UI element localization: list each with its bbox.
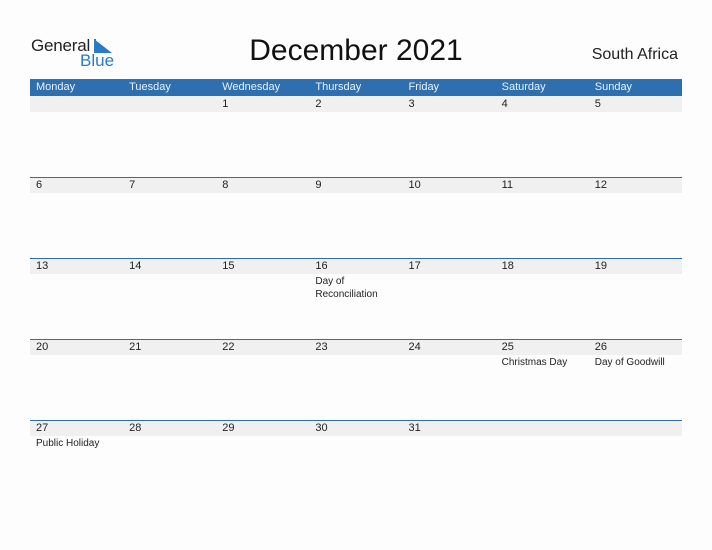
weekday-friday: Friday xyxy=(408,81,440,93)
day-cell: 14 xyxy=(123,258,216,301)
week-row: 20 21 22 23 24 25 Christmas Day 26 Day of Goodwi… xyxy=(30,339,682,420)
day-number: 5 xyxy=(594,98,601,110)
day-cell: 3 xyxy=(403,96,496,112)
day-number: 20 xyxy=(36,341,49,353)
week-row: 6 7 8 9 10 11 12 xyxy=(30,177,682,258)
calendar-grid: Monday Tuesday Wednesday Thursday Friday… xyxy=(30,79,682,501)
day-number: 29 xyxy=(222,422,235,434)
day-cell: 21 xyxy=(123,339,216,369)
day-cell: 30 xyxy=(309,420,402,450)
day-number: 1 xyxy=(222,98,229,110)
holiday-label: Day of Reconciliation xyxy=(315,276,378,300)
day-cell: 16 Day of Reconciliation xyxy=(309,258,402,301)
day-cell xyxy=(496,420,589,450)
day-cell: 25 Christmas Day xyxy=(496,339,589,369)
day-cell: 23 xyxy=(309,339,402,369)
day-cell: 17 xyxy=(403,258,496,301)
day-cell xyxy=(30,96,123,112)
weekday-saturday: Saturday xyxy=(501,81,546,93)
day-cell: 24 xyxy=(403,339,496,369)
day-number: 19 xyxy=(594,260,607,272)
holiday-label: Christmas Day xyxy=(501,357,568,368)
weekday-monday: Monday xyxy=(36,81,76,93)
day-cell: 9 xyxy=(309,177,402,193)
day-number: 14 xyxy=(129,260,142,272)
day-number: 12 xyxy=(594,179,607,191)
day-cell: 2 xyxy=(309,96,402,112)
day-number: 24 xyxy=(408,341,421,353)
day-cell xyxy=(589,420,682,450)
holiday-label: Public Holiday xyxy=(36,438,100,449)
day-number: 27 xyxy=(36,422,49,434)
day-cell: 28 xyxy=(123,420,216,450)
day-cell xyxy=(123,96,216,112)
day-number xyxy=(502,420,589,436)
week-row: 1 2 3 4 5 xyxy=(30,96,682,177)
day-cell: 5 xyxy=(589,96,682,112)
day-number xyxy=(595,420,682,436)
day-number: 8 xyxy=(222,179,229,191)
weekday-thursday: Thursday xyxy=(315,81,362,93)
week-row: 27 Public Holiday 28 29 30 31 xyxy=(30,420,682,501)
day-number: 3 xyxy=(408,98,415,110)
week-cells: 27 Public Holiday 28 29 30 31 xyxy=(30,420,682,450)
day-cell: 20 xyxy=(30,339,123,369)
day-cell: 15 xyxy=(216,258,309,301)
day-cell: 1 xyxy=(216,96,309,112)
day-cell: 8 xyxy=(216,177,309,193)
week-cells: 13 14 15 16 Day of Reconciliation 17 18 19 xyxy=(30,258,682,301)
day-number: 18 xyxy=(501,260,514,272)
day-cell: 11 xyxy=(496,177,589,193)
day-cell: 13 xyxy=(30,258,123,301)
day-cell: 29 xyxy=(216,420,309,450)
day-number: 16 xyxy=(315,260,328,272)
day-number: 13 xyxy=(36,260,49,272)
day-number: 15 xyxy=(222,260,235,272)
day-cell: 27 Public Holiday xyxy=(30,420,123,450)
week-cells: 20 21 22 23 24 25 Christmas Day 26 Day of Goodwi… xyxy=(30,339,682,369)
weekday-header: Monday Tuesday Wednesday Thursday Friday… xyxy=(30,79,682,96)
weekday-tuesday: Tuesday xyxy=(129,81,171,93)
day-cell: 19 xyxy=(589,258,682,301)
day-number: 26 xyxy=(594,341,607,353)
day-number: 21 xyxy=(129,341,142,353)
week-cells: 1 2 3 4 5 xyxy=(30,96,682,112)
day-number: 4 xyxy=(501,98,508,110)
day-number: 2 xyxy=(315,98,322,110)
day-cell: 7 xyxy=(123,177,216,193)
weekday-wednesday: Wednesday xyxy=(222,81,281,93)
day-number: 23 xyxy=(315,341,328,353)
day-number: 25 xyxy=(501,341,514,353)
week-cells: 6 7 8 9 10 11 12 xyxy=(30,177,682,193)
day-number: 22 xyxy=(222,341,235,353)
day-cell: 18 xyxy=(496,258,589,301)
day-number: 7 xyxy=(129,179,136,191)
weeks-container: 1 2 3 4 5 6 7 8 9 10 11 12 13 14 15 16 Day of Reconcilia… xyxy=(30,96,682,501)
day-number: 30 xyxy=(315,422,328,434)
day-cell: 6 xyxy=(30,177,123,193)
day-number: 9 xyxy=(315,179,322,191)
day-cell: 22 xyxy=(216,339,309,369)
day-cell: 10 xyxy=(403,177,496,193)
day-number xyxy=(36,96,123,112)
day-number: 28 xyxy=(129,422,142,434)
day-cell: 31 xyxy=(403,420,496,450)
holiday-label: Day of Goodwill xyxy=(594,357,665,368)
day-number: 17 xyxy=(408,260,421,272)
weekday-sunday: Sunday xyxy=(594,81,633,93)
day-number: 10 xyxy=(408,179,421,191)
day-cell: 4 xyxy=(496,96,589,112)
country-label: South Africa xyxy=(591,46,678,63)
week-row: 13 14 15 16 Day of Reconciliation 17 18 19 xyxy=(30,258,682,339)
day-number: 11 xyxy=(501,179,514,191)
day-cell: 12 xyxy=(589,177,682,193)
day-number xyxy=(129,96,216,112)
day-number: 31 xyxy=(408,422,421,434)
day-number: 6 xyxy=(36,179,43,191)
day-cell: 26 Day of Goodwill xyxy=(589,339,682,369)
